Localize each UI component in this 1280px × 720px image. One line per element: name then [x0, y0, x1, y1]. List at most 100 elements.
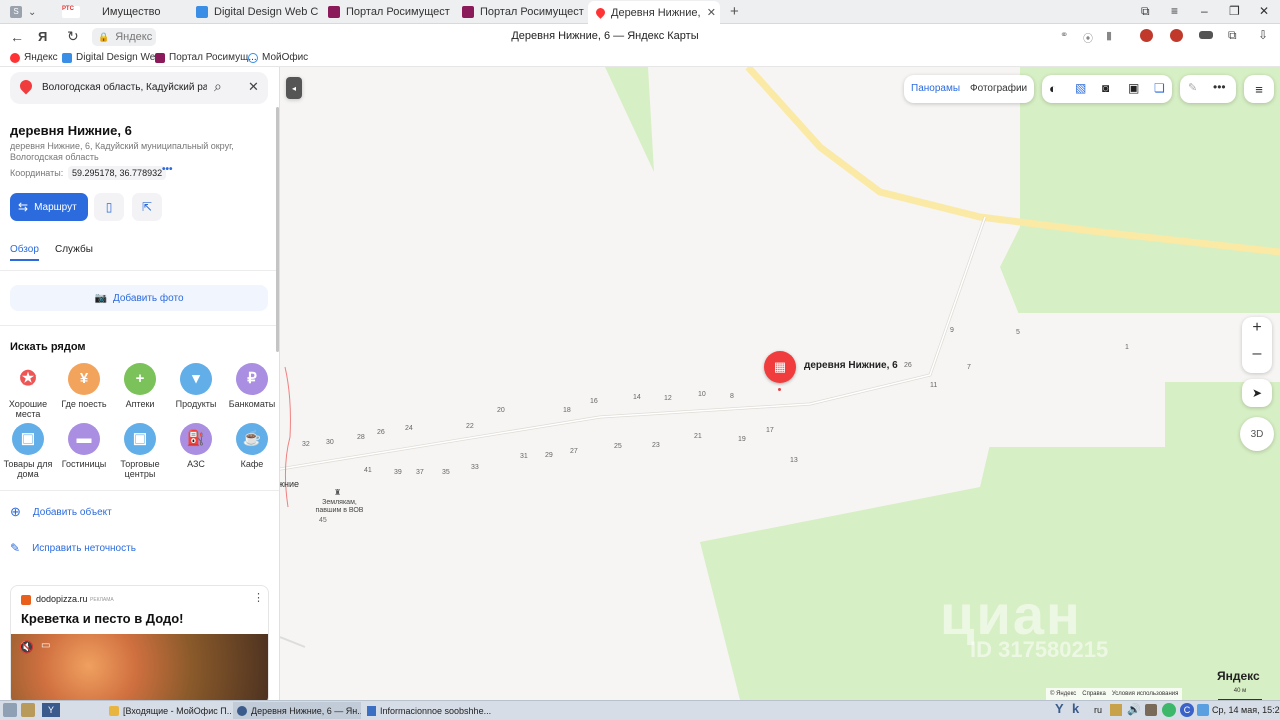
tray-icon[interactable] — [1145, 704, 1157, 716]
bookmark-yandex[interactable]: Яндекс — [10, 52, 58, 63]
reload-icon[interactable]: ↻ — [67, 28, 79, 45]
site-chip[interactable]: 🔒 Яндекс — [92, 28, 156, 46]
tab-active[interactable]: Деревня Нижние, 6 — Яндекс Ка ✕ — [588, 1, 720, 24]
camera-icon[interactable]: ◙ — [1102, 81, 1109, 95]
close-window-icon[interactable]: ✕ — [1259, 4, 1269, 18]
tab-2[interactable]: Digital Design Web Client — [188, 2, 318, 22]
yandex-tray-icon[interactable]: Y — [1055, 701, 1064, 716]
nearby-item-food[interactable]: ¥ Где поесть — [52, 363, 116, 409]
tab-profile[interactable]: S ⌄ — [4, 2, 44, 22]
scrollbar-thumb[interactable] — [276, 107, 279, 352]
restore-icon[interactable]: ❐ — [1229, 4, 1240, 18]
start-icon[interactable] — [3, 703, 17, 717]
route-button[interactable]: ⇆ Маршрут — [10, 193, 88, 221]
extensions-icon[interactable]: ⧉ — [1228, 28, 1237, 43]
place-marker[interactable]: ▦ — [764, 351, 796, 383]
marker-label[interactable]: деревня Нижние, 6 — [804, 360, 898, 371]
download-icon[interactable]: ⇩ — [1258, 28, 1268, 42]
fix-error-link[interactable]: ✎ Исправить неточность — [10, 541, 136, 555]
globe-icon[interactable]: ◐ — [1049, 81, 1057, 96]
folder-icon[interactable] — [21, 703, 35, 717]
extension-icon[interactable] — [1140, 29, 1153, 42]
extension-icon[interactable] — [1199, 31, 1213, 39]
copyright[interactable]: © Яндекс — [1050, 691, 1076, 697]
add-object-link[interactable]: ⊕ Добавить объект — [10, 504, 112, 520]
minimize-icon[interactable]: – — [1201, 4, 1208, 18]
page-title[interactable]: Деревня Нижние, 6 — Яндекс Карты — [400, 30, 810, 42]
tab-services[interactable]: Службы — [55, 244, 93, 255]
extension-icon[interactable] — [1170, 29, 1183, 42]
taskbar-item-browser[interactable]: Деревня Нижние, 6 — Ян... — [233, 702, 361, 719]
scale-bar: 40 м — [1218, 688, 1262, 700]
nearby-item-cafe[interactable]: ☕ Кафе — [220, 423, 279, 469]
tabs-list-icon[interactable]: ⧉ — [1141, 4, 1150, 19]
3d-button[interactable]: 3D — [1240, 417, 1274, 451]
nearby-item-gas[interactable]: ⛽ АЗС — [164, 423, 228, 469]
more-vertical-icon[interactable]: ⋮ — [253, 591, 264, 604]
tray-icon[interactable] — [1162, 703, 1176, 717]
menu-button[interactable]: ≡ — [1244, 75, 1274, 103]
save-bookmark-button[interactable]: ▯ — [94, 193, 124, 221]
close-icon[interactable]: ✕ — [248, 79, 259, 95]
search-input[interactable]: Вологодская область, Кадуйский ра — [42, 82, 207, 93]
bookmark-digital-design[interactable]: Digital Design We — [62, 52, 155, 63]
collapse-panel-button[interactable]: ◂ — [286, 77, 302, 99]
tab-3[interactable]: Портал Росимущества — [320, 2, 450, 22]
bookmark-myoffice[interactable]: МойОфис — [248, 52, 308, 63]
volume-icon[interactable]: 🔊 — [1127, 703, 1141, 716]
tab-1[interactable]: РТС Имущество — [54, 2, 184, 22]
language-indicator[interactable]: ru — [1094, 705, 1102, 715]
nearby-item-home-goods[interactable]: ▣ Товары для дома — [0, 423, 60, 479]
nearby-item-atm[interactable]: ₽ Банкоматы — [220, 363, 279, 409]
map-canvas[interactable]: 9 5 1 26 7 11 8 10 12 14 16 18 20 22 24 … — [280, 67, 1280, 700]
zoom-out-icon[interactable]: – — [1253, 345, 1262, 371]
map-mode-icon[interactable]: ▧ — [1075, 81, 1086, 95]
more-icon[interactable]: ••• — [1213, 80, 1226, 94]
yandex-logo[interactable]: Яндекс — [1217, 669, 1260, 683]
terms-link[interactable]: Условия использования — [1112, 691, 1179, 697]
bookmark-icon[interactable]: ▮ — [1106, 29, 1112, 42]
share-icon[interactable]: ⚭ — [1060, 30, 1068, 41]
locate-button[interactable]: ➤ — [1242, 379, 1272, 407]
menu-icon[interactable]: ≡ — [1171, 4, 1178, 18]
panoramas-button[interactable]: Панорамы — [911, 83, 960, 94]
layers-icon[interactable]: ❏ — [1154, 81, 1165, 95]
k-tray-icon[interactable]: k — [1072, 701, 1079, 716]
transport-icon[interactable]: ▣ — [1128, 81, 1139, 95]
nearby-item-malls[interactable]: ▣ Торговые центры — [108, 423, 172, 479]
new-tab-icon[interactable]: + — [730, 3, 739, 20]
add-photo-button[interactable]: 📷 Добавить фото — [10, 285, 268, 311]
tab-overview[interactable]: Обзор — [10, 244, 39, 255]
nearby-item-groceries[interactable]: ▾ Продукты — [164, 363, 228, 409]
clock[interactable]: Ср, 14 мая, 15:23 — [1212, 705, 1280, 715]
photos-button[interactable]: Фотографии — [970, 83, 1027, 94]
search-icon[interactable]: ⌕ — [214, 78, 222, 95]
tab-4[interactable]: Портал Росимущества — [454, 2, 584, 22]
bookmark-rosimushchestvo[interactable]: Портал Росимущ... — [155, 52, 257, 63]
subtitles-icon[interactable]: ▭ — [41, 640, 50, 651]
ruler-icon[interactable]: ✎ — [1188, 81, 1197, 94]
nearby-item-pharmacy[interactable]: + Аптеки — [108, 363, 172, 409]
search-box[interactable]: Вологодская область, Кадуйский ра ⌕ ✕ — [10, 72, 268, 104]
coords-value[interactable]: 59.295178, 36.778932 — [68, 166, 167, 180]
nearby-item-hotels[interactable]: ▬ Гостиницы — [52, 423, 116, 469]
close-icon[interactable]: ✕ — [707, 6, 716, 19]
memorial-label[interactable]: Землякам, павшим в ВОВ — [312, 499, 367, 515]
taskbar-item-document[interactable]: Informacionnoe soobshhe... — [363, 702, 491, 719]
location-icon[interactable]: ⦿ — [1083, 30, 1093, 45]
ad-card[interactable]: dodopizza.ru РЕКЛАМА ⋮ Креветка и песто … — [10, 585, 269, 700]
mute-icon[interactable]: 🔇 — [19, 640, 34, 654]
share-button[interactable]: ⇱ — [132, 193, 162, 221]
nearby-item-good-places[interactable]: ✪ Хорошие места — [0, 363, 60, 419]
tray-icon[interactable] — [1110, 704, 1122, 716]
zoom-in-icon[interactable]: + — [1252, 319, 1261, 345]
help-link[interactable]: Справка — [1082, 691, 1106, 697]
more-icon[interactable]: ••• — [162, 164, 173, 175]
tray-icon[interactable]: C — [1180, 703, 1194, 717]
bookmark-label: Digital Design We — [76, 52, 156, 63]
taskbar-item-mail[interactable]: [Входящие - МойОфис П... — [105, 702, 231, 719]
back-icon[interactable]: ← — [10, 29, 24, 45]
network-icon[interactable] — [1197, 704, 1209, 716]
yandex-icon[interactable]: Я — [38, 29, 47, 44]
yandex-browser-icon[interactable]: Y — [42, 703, 60, 717]
